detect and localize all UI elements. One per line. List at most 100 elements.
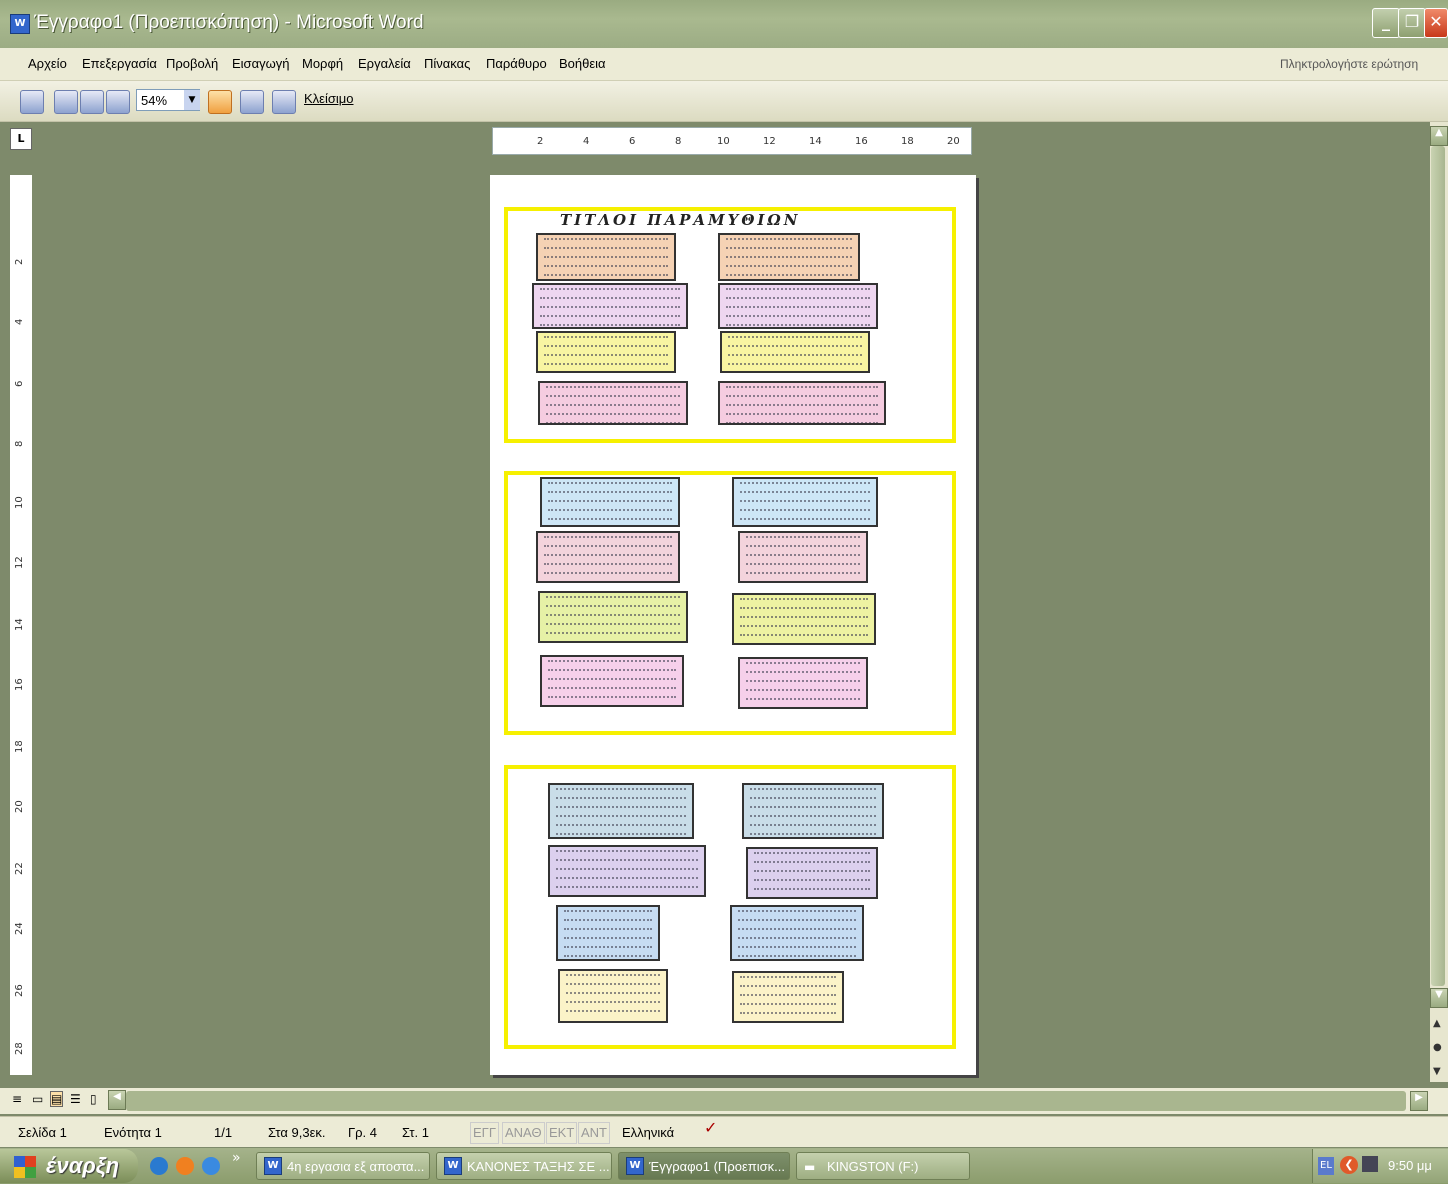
scroll-thumb[interactable] <box>1431 146 1445 986</box>
media-player-icon[interactable] <box>150 1157 168 1175</box>
scroll-right-icon[interactable]: ▶ <box>1410 1091 1428 1111</box>
status-rec[interactable]: ΕΓΓ <box>470 1122 499 1144</box>
one-page-icon[interactable] <box>80 90 104 114</box>
print-layout-icon[interactable]: ▤ <box>50 1091 64 1107</box>
spelling-status-icon[interactable]: ✓ <box>704 1118 717 1137</box>
status-page: Σελίδα 1 <box>18 1125 67 1140</box>
menu-tools[interactable]: Εργαλεία <box>358 56 411 71</box>
task-kingston-drive[interactable]: KINGSTON (F:) <box>796 1152 970 1180</box>
menu-view[interactable]: Προβολή <box>166 56 218 71</box>
title-card <box>732 593 876 645</box>
menu-help[interactable]: Βοήθεια <box>559 56 606 71</box>
language-indicator[interactable]: EL <box>1318 1157 1334 1175</box>
menu-edit[interactable]: Επεξεργασία <box>82 56 157 71</box>
horizontal-ruler[interactable]: 2 4 6 8 10 12 14 16 18 20 <box>492 127 972 155</box>
vruler-tick: 10 <box>14 496 25 509</box>
restore-button[interactable]: ❐ <box>1398 8 1426 38</box>
ruler-tick: 6 <box>629 136 636 147</box>
status-pages: 1/1 <box>214 1125 233 1140</box>
title-card <box>556 905 660 961</box>
shrink-to-fit-icon[interactable] <box>240 90 264 114</box>
scroll-left-icon[interactable]: ◀ <box>108 1090 126 1110</box>
outline-view-icon[interactable]: ☰ <box>70 1092 81 1106</box>
status-trk[interactable]: ΑΝΑΘ <box>502 1122 545 1144</box>
title-card <box>548 783 694 839</box>
status-line: Γρ. 4 <box>348 1125 378 1140</box>
window-title: Έγγραφο1 (Προεπισκόπηση) - Microsoft Wor… <box>34 12 424 33</box>
title-card <box>746 847 878 899</box>
network-icon[interactable] <box>1362 1156 1378 1172</box>
document-page[interactable]: ΤΙΤΛΟΙ ΠΑΡΑΜΥΘΙΩΝ <box>490 175 976 1075</box>
title-card <box>536 531 680 583</box>
task-word-doc-2[interactable]: ΚΑΝΟΝΕΣ ΤΑΞΗΣ ΣΕ ... <box>436 1152 612 1180</box>
status-at: Στα 9,3εκ. <box>268 1125 326 1140</box>
clock: 9:50 μμ <box>1388 1158 1432 1173</box>
firefox-icon[interactable] <box>176 1157 194 1175</box>
internet-explorer-icon[interactable] <box>202 1157 220 1175</box>
previous-page-icon[interactable]: ▲ <box>1433 1018 1441 1029</box>
title-card <box>742 783 884 839</box>
menu-bar: Αρχείο Επεξεργασία Προβολή Εισαγωγή Μορφ… <box>0 48 1448 81</box>
vertical-ruler[interactable]: 2 4 6 8 10 12 14 16 18 20 22 24 26 28 <box>10 175 32 1075</box>
title-card <box>532 283 688 329</box>
status-language: Ελληνικά <box>622 1125 675 1140</box>
magnifier-icon[interactable] <box>54 90 78 114</box>
word-app-icon[interactable]: W <box>10 14 30 34</box>
vruler-tick: 24 <box>14 922 25 935</box>
task-word-doc-1[interactable]: 4η εργασια εξ αποστα... <box>256 1152 430 1180</box>
title-card <box>738 657 868 709</box>
menu-window[interactable]: Παράθυρο <box>486 56 547 71</box>
multiple-pages-icon[interactable] <box>106 90 130 114</box>
close-preview-button[interactable]: Κλείσιμο <box>304 91 354 106</box>
status-ovr[interactable]: ΑΝΤ <box>578 1122 610 1144</box>
title-card <box>536 331 676 373</box>
next-page-icon[interactable]: ▼ <box>1433 1066 1441 1077</box>
vruler-tick: 22 <box>14 862 25 875</box>
tray-expand-icon[interactable]: ❮ <box>1340 1156 1358 1174</box>
ruler-tick: 12 <box>763 136 776 147</box>
vruler-tick: 4 <box>14 318 25 325</box>
ruler-tick: 20 <box>947 136 960 147</box>
print-icon[interactable] <box>20 90 44 114</box>
drive-icon: ▬ <box>804 1160 816 1174</box>
scroll-up-icon[interactable]: ▲ <box>1430 126 1448 146</box>
title-card <box>540 655 684 707</box>
menu-insert[interactable]: Εισαγωγή <box>232 56 289 71</box>
scroll-down-icon[interactable]: ▼ <box>1430 988 1448 1008</box>
vertical-scrollbar[interactable]: ▲ ▼ ▲ ● ▼ <box>1430 122 1448 1082</box>
menu-format[interactable]: Μορφή <box>302 56 343 71</box>
more-quicklaunch-icon[interactable]: » <box>232 1150 241 1166</box>
vruler-tick: 26 <box>14 984 25 997</box>
status-column: Στ. 1 <box>402 1125 430 1140</box>
minimize-button[interactable]: _ <box>1372 8 1400 38</box>
reading-view-icon[interactable]: ▯ <box>90 1092 97 1106</box>
full-screen-icon[interactable] <box>272 90 296 114</box>
word-task-icon: W <box>626 1157 644 1175</box>
menu-file[interactable]: Αρχείο <box>28 56 67 71</box>
close-window-button[interactable]: ✕ <box>1424 8 1448 38</box>
vruler-tick: 2 <box>14 258 25 265</box>
ask-question-box[interactable]: Πληκτρολογήστε ερώτηση <box>1280 54 1440 74</box>
ruler-tick: 4 <box>583 136 590 147</box>
menu-table[interactable]: Πίνακας <box>424 56 470 71</box>
normal-view-icon[interactable]: ≡ <box>12 1092 22 1106</box>
title-card <box>548 845 706 897</box>
title-card <box>738 531 868 583</box>
print-preview-toolbar: 54% ▼ Κλείσιμο <box>0 81 1448 122</box>
browse-object-icon[interactable]: ● <box>1433 1042 1442 1053</box>
vruler-tick: 28 <box>14 1042 25 1055</box>
zoom-dropdown-icon[interactable]: ▼ <box>184 90 200 110</box>
tab-selector[interactable]: L <box>10 128 32 150</box>
title-bar: W Έγγραφο1 (Προεπισκόπηση) - Microsoft W… <box>0 0 1448 48</box>
title-card <box>732 971 844 1023</box>
horizontal-scrollbar[interactable] <box>126 1091 1406 1111</box>
vruler-tick: 14 <box>14 618 25 631</box>
vruler-tick: 20 <box>14 800 25 813</box>
status-ext[interactable]: ΕΚΤ <box>546 1122 578 1144</box>
title-card <box>538 591 688 643</box>
vruler-tick: 18 <box>14 740 25 753</box>
web-view-icon[interactable]: ▭ <box>32 1092 43 1106</box>
view-ruler-icon[interactable] <box>208 90 232 114</box>
vruler-tick: 12 <box>14 556 25 569</box>
status-bar: Σελίδα 1 Ενότητα 1 1/1 Στα 9,3εκ. Γρ. 4 … <box>0 1116 1448 1147</box>
